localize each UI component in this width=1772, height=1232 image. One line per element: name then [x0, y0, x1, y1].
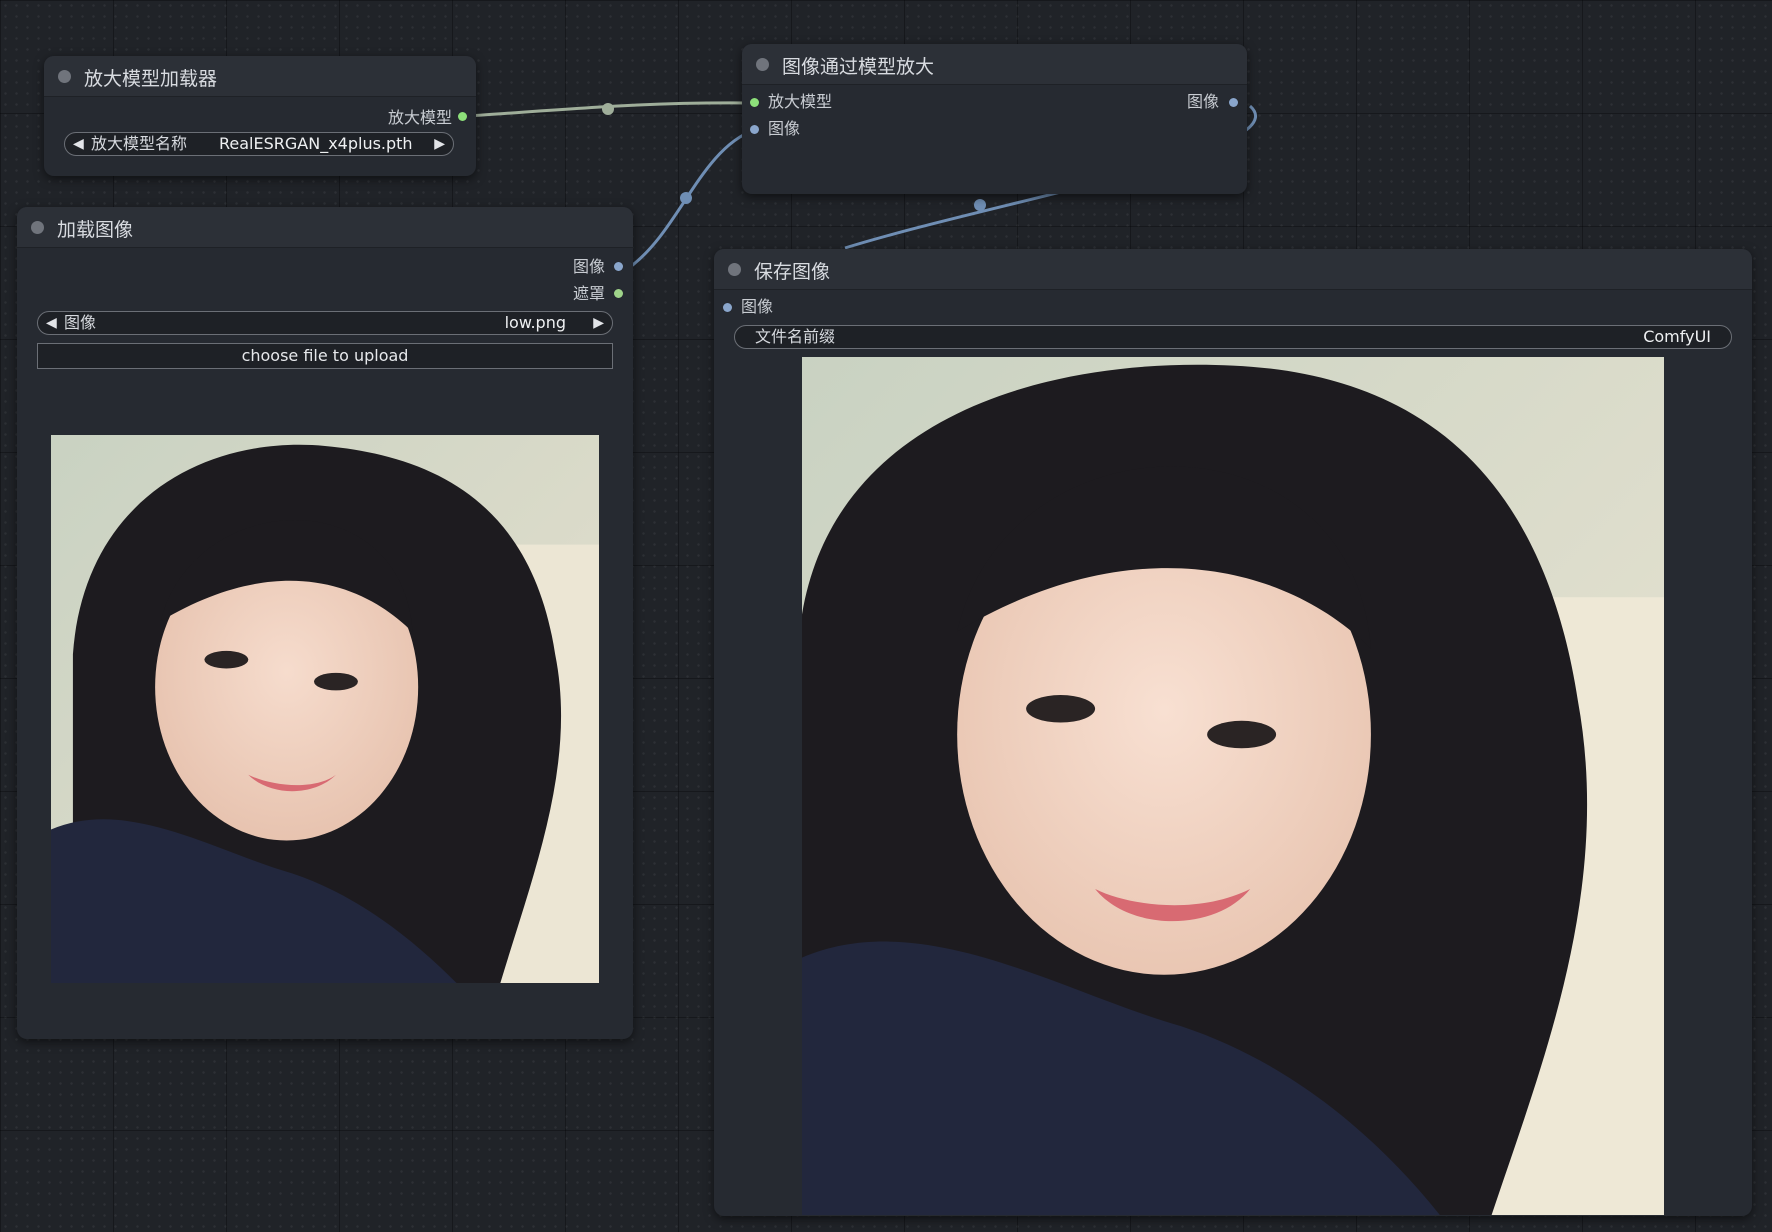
combo-prev-arrow-icon[interactable]: ◀ — [46, 314, 57, 332]
combo-value: low.png — [504, 313, 566, 332]
node-graph-canvas[interactable]: 放大模型加载器 放大模型 ◀ 放大模型名称 RealESRGAN_x4plus.… — [0, 0, 1772, 1232]
combo-label: 图像 — [64, 313, 97, 332]
link-midpoint-upscale-model — [602, 103, 614, 115]
node-header[interactable]: 保存图像 — [714, 249, 1752, 290]
combo-value: RealESRGAN_x4plus.pth — [219, 134, 413, 153]
combo-label: 放大模型名称 — [91, 134, 188, 153]
combo-next-arrow-icon[interactable]: ▶ — [434, 135, 445, 153]
output-label-image: 图像 — [572, 257, 605, 276]
collapse-toggle-icon[interactable] — [31, 221, 44, 234]
output-socket-mask[interactable] — [614, 289, 623, 298]
input-socket-upscale-model[interactable] — [750, 98, 759, 107]
link-midpoint-load-image — [680, 192, 692, 204]
portrait-photo-image — [802, 357, 1664, 1215]
saved-image-preview — [802, 357, 1664, 1215]
image-file-combo[interactable]: ◀ 图像 low.png ▶ — [37, 311, 613, 335]
node-title: 加载图像 — [57, 219, 134, 241]
output-label-upscale-model: 放大模型 — [387, 108, 452, 127]
link-load-image-to-upscale — [629, 128, 755, 269]
choose-file-upload-button[interactable]: choose file to upload — [37, 343, 613, 369]
output-socket-image[interactable] — [1229, 98, 1238, 107]
output-label-mask: 遮罩 — [572, 284, 605, 303]
input-socket-image[interactable] — [723, 303, 732, 312]
node-header[interactable]: 加载图像 — [17, 207, 633, 248]
output-label-image: 图像 — [1186, 92, 1219, 111]
link-upscale-model — [467, 101, 749, 118]
node-header[interactable]: 图像通过模型放大 — [742, 44, 1247, 85]
collapse-toggle-icon[interactable] — [58, 70, 71, 83]
combo-prev-arrow-icon[interactable]: ◀ — [73, 135, 84, 153]
loaded-image-preview — [51, 435, 599, 983]
node-header[interactable]: 放大模型加载器 — [44, 56, 476, 97]
output-socket-image[interactable] — [614, 262, 623, 271]
input-label: 文件名前缀 — [755, 327, 836, 346]
input-label-image: 图像 — [768, 119, 801, 138]
link-midpoint-save — [974, 199, 986, 211]
model-name-combo[interactable]: ◀ 放大模型名称 RealESRGAN_x4plus.pth ▶ — [64, 132, 454, 156]
output-socket-upscale-model[interactable] — [458, 112, 467, 121]
save-image-node[interactable]: 保存图像 图像 文件名前缀 ComfyUI — [714, 249, 1752, 1216]
load-image-node[interactable]: 加载图像 图像 遮罩 ◀ 图像 low.png ▶ choose file to… — [17, 207, 633, 1039]
input-socket-image[interactable] — [750, 125, 759, 134]
portrait-photo-image — [51, 435, 599, 983]
node-title: 放大模型加载器 — [84, 68, 218, 90]
input-label-image: 图像 — [741, 297, 774, 316]
input-label-upscale-model: 放大模型 — [768, 92, 833, 111]
node-title: 图像通过模型放大 — [782, 56, 935, 78]
collapse-toggle-icon[interactable] — [728, 263, 741, 276]
image-upscale-with-model-node[interactable]: 图像通过模型放大 放大模型 图像 图像 — [742, 44, 1247, 194]
node-title: 保存图像 — [754, 261, 831, 283]
collapse-toggle-icon[interactable] — [756, 58, 769, 71]
combo-next-arrow-icon[interactable]: ▶ — [593, 314, 604, 332]
filename-prefix-input[interactable]: 文件名前缀 ComfyUI — [734, 325, 1732, 349]
upscale-model-loader-node[interactable]: 放大模型加载器 放大模型 ◀ 放大模型名称 RealESRGAN_x4plus.… — [44, 56, 476, 176]
input-value: ComfyUI — [1643, 327, 1711, 346]
